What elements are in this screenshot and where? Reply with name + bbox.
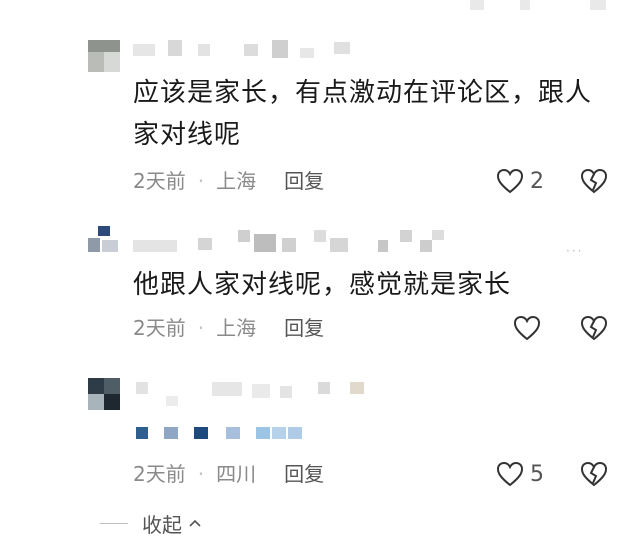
reply-button[interactable]: 回复 <box>284 462 324 486</box>
avatar[interactable] <box>88 378 120 410</box>
like-count: 2 <box>530 168 544 194</box>
reply-button[interactable]: 回复 <box>284 316 324 340</box>
broken-heart-icon <box>580 315 608 341</box>
dislike-button[interactable] <box>580 168 608 198</box>
comment-time: 2天前 <box>133 169 186 193</box>
comment-location: 上海 <box>216 169 257 193</box>
comment-meta: 2天前 · 上海 回复 <box>133 316 325 340</box>
previous-comment-partial <box>0 0 640 14</box>
heart-icon <box>513 315 541 341</box>
comment-text: 应该是家长，有点激动在评论区，跟人家对线呢 <box>133 78 593 150</box>
broken-heart-icon <box>580 461 608 487</box>
collapse-replies-button[interactable]: 收起 <box>100 508 202 538</box>
dislike-button[interactable] <box>580 315 608 345</box>
comment-location: 四川 <box>216 462 257 486</box>
like-button[interactable]: 2 <box>496 166 544 196</box>
reply-button[interactable]: 回复 <box>284 169 324 193</box>
like-count: 5 <box>530 461 544 487</box>
heart-icon <box>496 168 524 194</box>
comment-location: 上海 <box>216 316 257 340</box>
chevron-up-icon <box>189 519 201 527</box>
dislike-button[interactable] <box>580 461 608 491</box>
collapse-label: 收起 <box>142 512 182 537</box>
avatar[interactable] <box>88 226 120 258</box>
comment-time: 2天前 <box>133 316 186 340</box>
broken-heart-icon <box>580 168 608 194</box>
comment-time: 2天前 <box>133 462 186 486</box>
divider <box>100 522 128 524</box>
comment-meta: 2天前 · 四川 回复 <box>133 462 325 486</box>
avatar[interactable] <box>88 40 120 72</box>
like-button[interactable] <box>513 313 541 343</box>
like-button[interactable]: 5 <box>496 459 544 489</box>
comment-meta: 2天前 · 上海 回复 <box>133 169 325 193</box>
more-options-icon[interactable]: ··· <box>566 244 583 258</box>
comment-text: 他跟人家对线呢，感觉就是家长 <box>133 270 512 300</box>
heart-icon <box>496 461 524 487</box>
